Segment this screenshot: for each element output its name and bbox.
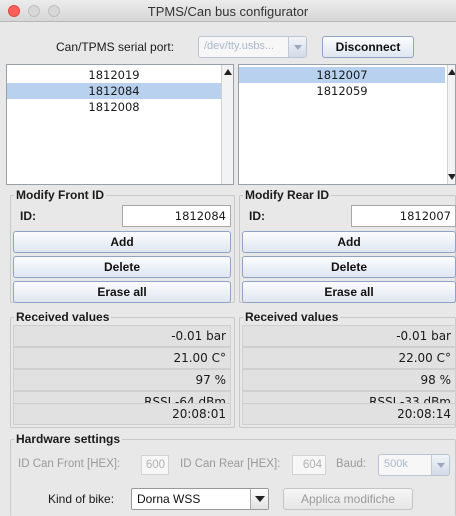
front-add-button[interactable]: Add	[13, 231, 231, 253]
bike-kind-value: Dorna WSS	[137, 492, 201, 506]
scroll-up-icon[interactable]	[224, 69, 232, 75]
list-item-selected[interactable]: 1812084	[7, 83, 221, 99]
front-delete-button[interactable]: Delete	[13, 256, 231, 278]
modify-rear-title: Modify Rear ID	[243, 188, 332, 202]
serial-port-label: Can/TPMS serial port:	[56, 40, 175, 54]
front-id-label: ID:	[20, 209, 36, 223]
front-erase-all-button[interactable]: Erase all	[13, 281, 231, 303]
can-front-label: ID Can Front [HEX]:	[18, 458, 121, 470]
chevron-down-icon[interactable]	[288, 37, 306, 57]
chevron-down-icon[interactable]	[250, 489, 268, 509]
rear-add-button[interactable]: Add	[242, 231, 456, 253]
baud-label: Baud:	[336, 458, 367, 470]
front-battery-value: 97 %	[13, 369, 231, 391]
rear-id-label: ID:	[249, 209, 265, 223]
disconnect-button[interactable]: Disconnect	[322, 36, 414, 58]
rear-time-value: 20:08:14	[242, 403, 456, 425]
rear-list-scrollbar[interactable]	[447, 65, 455, 184]
can-rear-input[interactable]: 604	[292, 455, 326, 475]
rear-delete-button[interactable]: Delete	[242, 256, 456, 278]
serial-port-select[interactable]: /dev/tty.usbs...	[198, 36, 307, 58]
front-received-title: Received values	[14, 310, 112, 324]
chevron-down-icon[interactable]	[431, 455, 449, 475]
scroll-up-icon[interactable]	[448, 69, 455, 75]
front-list-scrollbar[interactable]	[221, 65, 233, 184]
rear-pressure-value: -0.01 bar	[242, 325, 456, 347]
bike-kind-label: Kind of bike:	[48, 492, 115, 506]
rear-erase-all-button[interactable]: Erase all	[242, 281, 456, 303]
scroll-down-icon[interactable]	[448, 174, 455, 180]
rear-received-title: Received values	[243, 310, 341, 324]
rear-battery-value: 98 %	[242, 369, 456, 391]
baud-select[interactable]: 500k	[378, 454, 450, 476]
modify-front-title: Modify Front ID	[14, 188, 106, 202]
front-id-input[interactable]: 1812084	[122, 205, 231, 227]
baud-value: 500k	[384, 458, 408, 470]
hardware-settings-title: Hardware settings	[14, 432, 123, 446]
title-bar: TPMS/Can bus configurator	[0, 0, 456, 22]
rear-id-list[interactable]: 1812007 1812059	[238, 64, 456, 185]
list-item-selected[interactable]: 1812007	[239, 67, 445, 83]
front-time-value: 20:08:01	[13, 403, 231, 425]
window-title: TPMS/Can bus configurator	[147, 4, 309, 19]
list-item[interactable]: 1812059	[239, 83, 445, 99]
rear-temperature-value: 22.00 C°	[242, 347, 456, 369]
front-temperature-value: 21.00 C°	[13, 347, 231, 369]
list-item[interactable]: 1812019	[7, 67, 221, 83]
front-pressure-value: -0.01 bar	[13, 325, 231, 347]
rear-id-input[interactable]: 1812007	[351, 205, 456, 227]
list-item[interactable]: 1812008	[7, 99, 221, 115]
can-front-input[interactable]: 600	[141, 455, 169, 475]
can-rear-label: ID Can Rear [HEX]:	[180, 458, 281, 470]
front-id-list[interactable]: 1812019 1812084 1812008	[6, 64, 234, 185]
apply-changes-button[interactable]: Applica modifiche	[283, 488, 413, 510]
bike-kind-select[interactable]: Dorna WSS	[131, 488, 269, 510]
serial-port-value: /dev/tty.usbs...	[204, 40, 275, 52]
